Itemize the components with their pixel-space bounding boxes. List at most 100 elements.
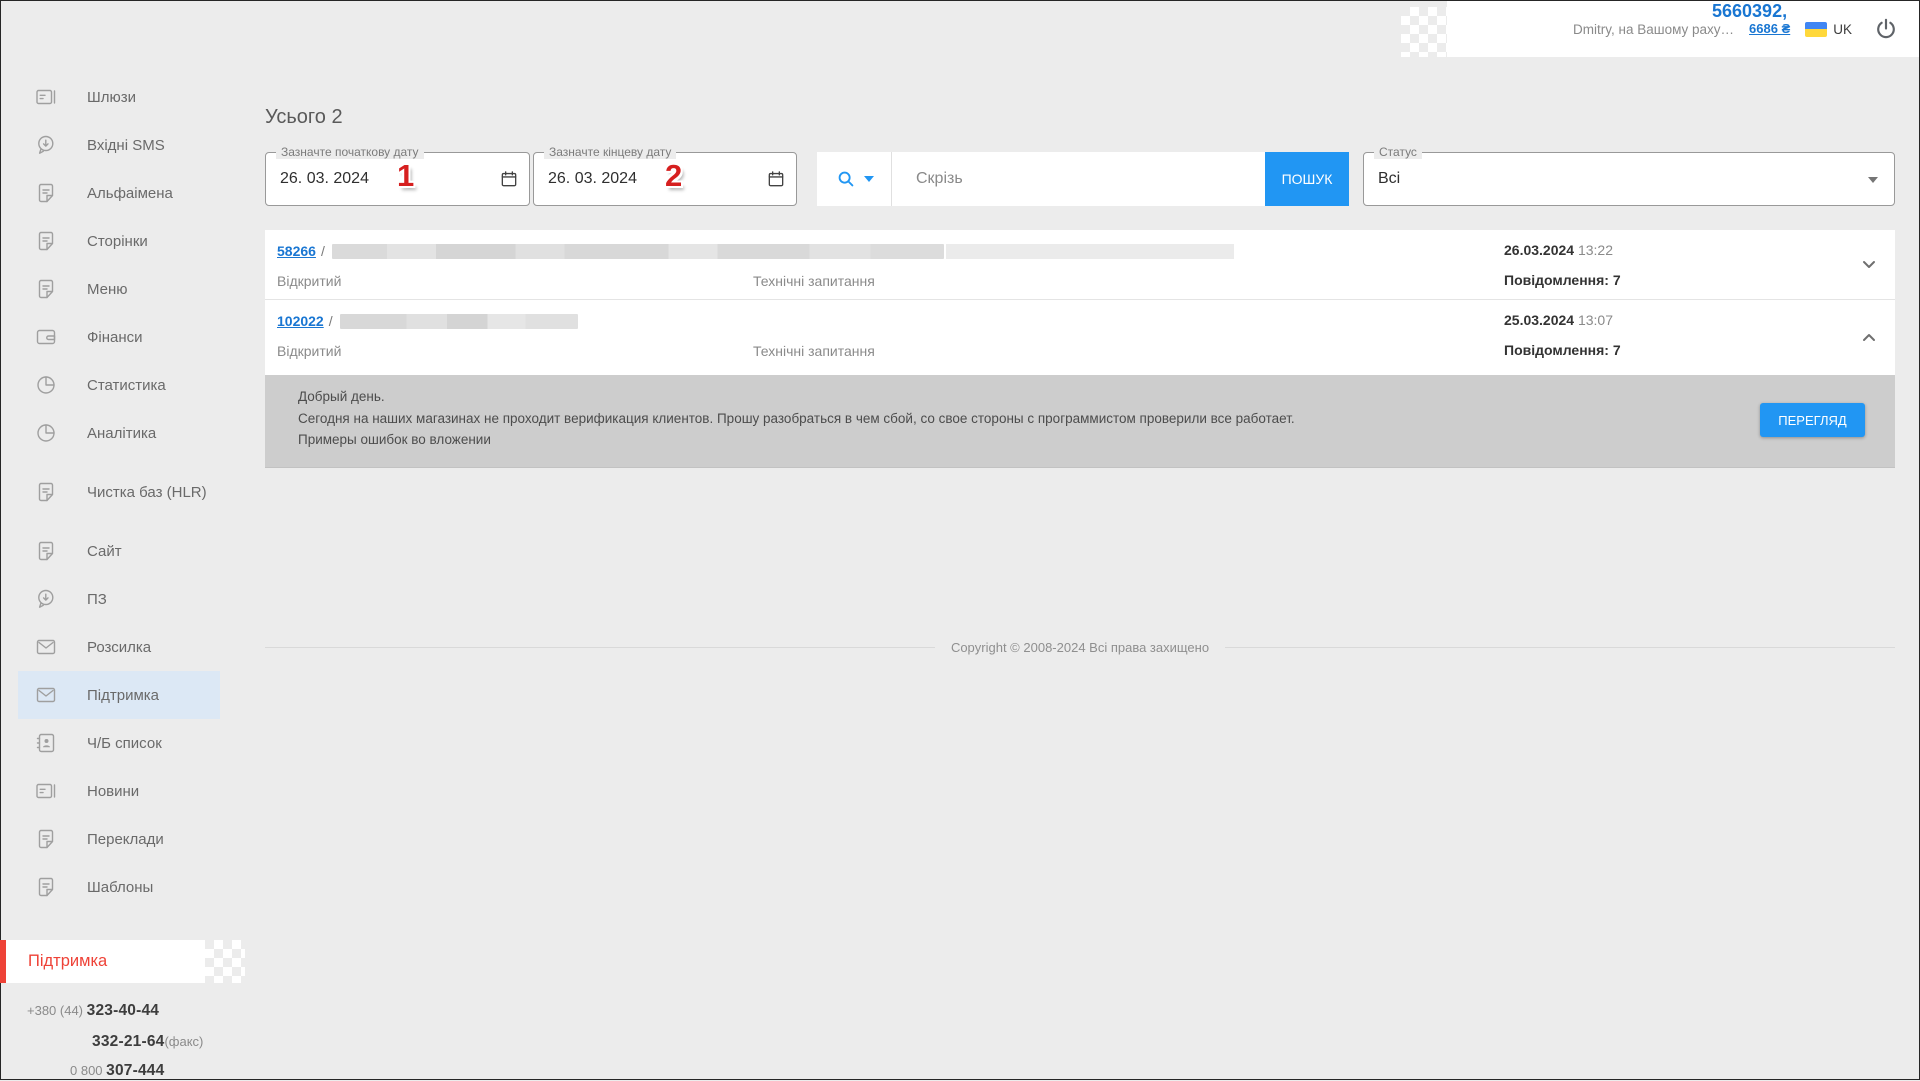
start-date-value: 26. 03. 2024 <box>280 170 369 187</box>
gateway-icon <box>34 779 58 803</box>
ticket-messages-count: Повідомлення: 7 <box>1504 342 1621 358</box>
search-scope-dropdown[interactable] <box>817 152 891 206</box>
search-bar: ПОШУК <box>817 152 1349 206</box>
sidebar-item-menu[interactable]: Меню <box>18 265 220 313</box>
gateway-icon <box>34 85 58 109</box>
sidebar-item-site[interactable]: Сайт <box>18 527 220 575</box>
calendar-icon[interactable] <box>499 169 519 189</box>
divider <box>1225 647 1896 648</box>
sidebar-item-incoming-sms[interactable]: Вхідні SMS <box>18 121 220 169</box>
ticket-datetime: 25.03.2024 13:07 <box>1504 312 1614 328</box>
sidebar-item-label: Шаблоны <box>87 878 154 896</box>
id-separator: / <box>320 243 325 259</box>
annotation-step-2: 2 <box>665 158 683 193</box>
ticket-status: Відкритий <box>277 343 342 359</box>
chevron-down-icon <box>1868 177 1878 183</box>
ticket-category: Технічні запитання <box>753 273 875 289</box>
sidebar-item-finances[interactable]: Фінанси <box>18 313 220 361</box>
sidebar-item-label: ПЗ <box>87 590 107 608</box>
search-button[interactable]: ПОШУК <box>1265 152 1349 206</box>
sidebar-item-label: Сайт <box>87 542 122 560</box>
ticket-category: Технічні запитання <box>753 343 875 359</box>
sidebar-item-label: Статистика <box>87 376 166 394</box>
sidebar-item-hlr-cleaning[interactable]: Чистка баз (HLR) <box>18 457 220 527</box>
support-contact-box: Підтримка <box>0 940 205 983</box>
search-input[interactable] <box>892 152 1265 206</box>
annotation-step-1: 1 <box>397 158 415 193</box>
support-phones: +380 (44) 323-40-44 332-21-64(факс) 0 80… <box>27 1002 257 1080</box>
sidebar-item-pages[interactable]: Сторінки <box>18 217 220 265</box>
phone-line-1: +380 (44) 323-40-44 <box>27 1002 160 1019</box>
tickets-list: 58266 / Відкритий Технічні запитання 26.… <box>265 230 1895 468</box>
main-content: Усього 2 Зазначте початкову дату 26. 03.… <box>265 0 1896 1080</box>
sidebar-item-label: Шлюзи <box>87 88 137 106</box>
sidebar-item-label: Меню <box>87 280 128 298</box>
search-icon <box>835 168 857 190</box>
sidebar-item-label: Переклади <box>87 830 164 848</box>
message-line: Сегодня на наших магазинах не проходит в… <box>298 410 1295 426</box>
total-count-heading: Усього 2 <box>265 106 343 128</box>
screen: Dmitry, на Вашому раху… 5660392, 6686 ₴ U… <box>0 0 1920 1080</box>
phone-line-3: 0 800 307-444 <box>70 1062 165 1079</box>
sidebar-item-label: Ч/Б список <box>87 734 162 752</box>
message-line: Добрый день. <box>298 389 385 404</box>
end-date-label: Зазначте кінцеву дату <box>544 145 677 159</box>
pie-chart-icon <box>34 373 58 397</box>
sidebar-item-label: Підтримка <box>87 686 160 704</box>
id-separator: / <box>328 313 333 329</box>
document-icon <box>34 277 58 301</box>
status-label: Статус <box>1374 145 1422 159</box>
start-date-input[interactable]: Зазначте початкову дату 26. 03. 2024 1 <box>265 145 530 206</box>
sidebar-item-label: Аналітика <box>87 424 157 442</box>
status-value: Всі <box>1378 170 1401 187</box>
ticket-datetime: 26.03.2024 13:22 <box>1504 242 1614 258</box>
sidebar-item-label: Сторінки <box>87 232 148 250</box>
document-icon <box>34 875 58 899</box>
document-icon <box>34 181 58 205</box>
phone-line-2: 332-21-64(факс) <box>92 1033 204 1050</box>
sidebar-item-label: Фінанси <box>87 328 143 346</box>
sidebar-item-statistics[interactable]: Статистика <box>18 361 220 409</box>
document-icon <box>34 539 58 563</box>
sidebar-item-software[interactable]: ПЗ <box>18 575 220 623</box>
sidebar-item-translations[interactable]: Переклади <box>18 815 220 863</box>
incoming-sms-icon <box>34 587 58 611</box>
view-button[interactable]: ПЕРЕГЛЯД <box>1760 403 1865 437</box>
sidebar-item-gateways[interactable]: Шлюзи <box>18 73 220 121</box>
ticket-status: Відкритий <box>277 273 342 289</box>
sidebar-item-analytics[interactable]: Аналітика <box>18 409 220 457</box>
sidebar-item-templates[interactable]: Шаблоны <box>18 863 220 911</box>
sidebar-item-support[interactable]: Підтримка <box>18 671 220 719</box>
sidebar-item-mailing[interactable]: Розсилка <box>18 623 220 671</box>
sidebar-item-label: Розсилка <box>87 638 152 656</box>
support-contact-label: Підтримка <box>28 952 108 970</box>
sidebar-item-label: Новини <box>87 782 140 800</box>
pixel-decoration <box>205 940 245 983</box>
copyright-text: Copyright © 2008-2024 Всі права захищено <box>950 640 1210 655</box>
document-icon <box>34 480 58 504</box>
ticket-id-link[interactable]: 58266 <box>277 243 316 259</box>
status-select[interactable]: Статус Всі <box>1363 145 1895 206</box>
sidebar-item-alphanames[interactable]: Альфаімена <box>18 169 220 217</box>
filters-row: Зазначте початкову дату 26. 03. 2024 1 З… <box>265 145 1895 206</box>
redacted-subject <box>339 313 578 329</box>
sidebar-item-label: Альфаімена <box>87 184 173 202</box>
sidebar-item-blacklist[interactable]: Ч/Б список <box>18 719 220 767</box>
end-date-input[interactable]: Зазначте кінцеву дату 26. 03. 2024 2 <box>533 145 797 206</box>
sidebar-item-label: Вхідні SMS <box>87 136 165 154</box>
chevron-down-icon[interactable] <box>1857 252 1881 276</box>
envelope-icon <box>34 635 58 659</box>
document-icon <box>34 229 58 253</box>
ticket-row-102022[interactable]: 102022 / Відкритий Технічні запитання 25… <box>265 300 1895 375</box>
redacted-subject <box>331 243 944 259</box>
contacts-icon <box>34 731 58 755</box>
message-line: Примеры ошибок во вложении <box>298 432 491 447</box>
start-date-label: Зазначте початкову дату <box>276 145 424 159</box>
sidebar-item-news[interactable]: Новини <box>18 767 220 815</box>
chevron-up-icon[interactable] <box>1857 326 1881 350</box>
document-icon <box>34 827 58 851</box>
ticket-id-link[interactable]: 102022 <box>277 313 324 329</box>
calendar-icon[interactable] <box>766 169 786 189</box>
ticket-row-58266[interactable]: 58266 / Відкритий Технічні запитання 26.… <box>265 230 1895 300</box>
ticket-message-preview: Добрый день. Сегодня на наших магазинах … <box>265 375 1895 468</box>
